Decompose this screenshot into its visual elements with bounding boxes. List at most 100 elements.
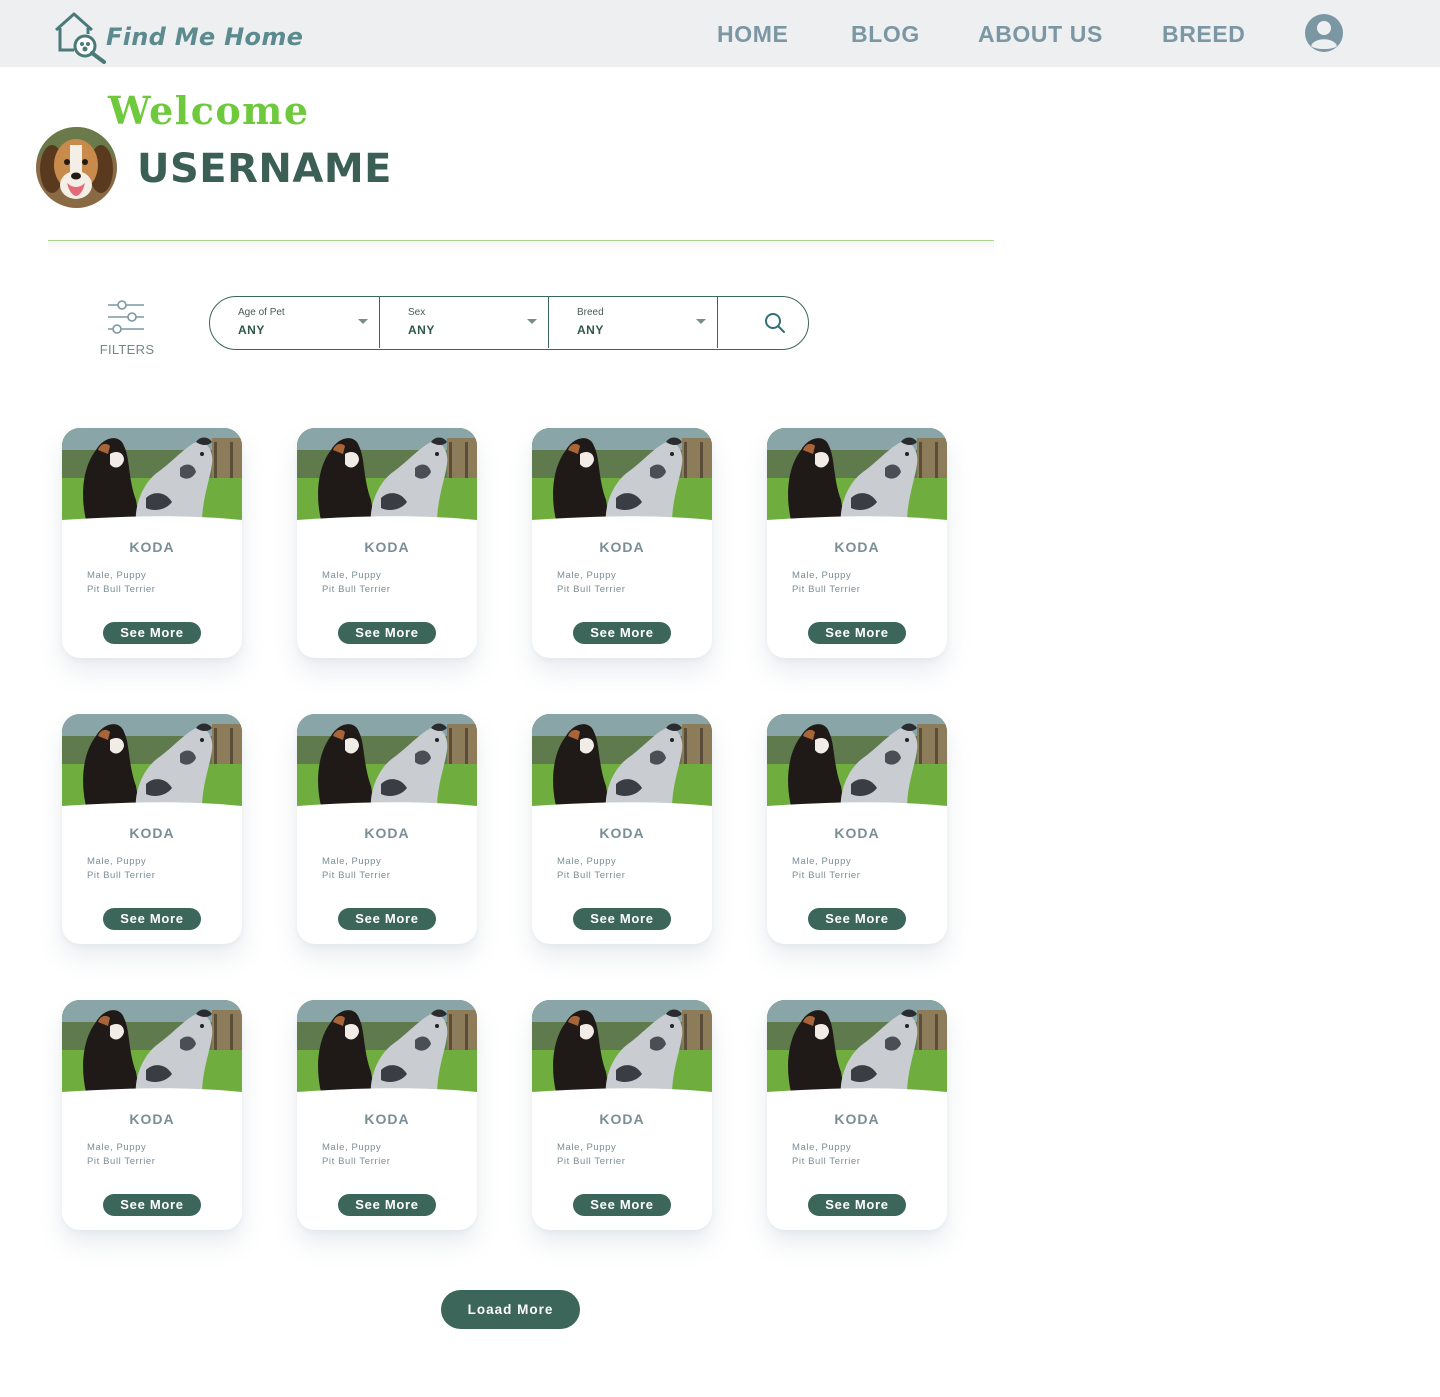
pet-card: KODA Male, Puppy Pit Bull Terrier See More (532, 428, 712, 658)
see-more-button[interactable]: See More (338, 908, 436, 930)
pet-breed: Pit Bull Terrier (557, 1156, 626, 1167)
breed-select[interactable]: Breed ANY (548, 297, 717, 348)
pet-photo (297, 1000, 477, 1096)
search-button[interactable] (717, 297, 809, 348)
pet-search-bar: Age of Pet ANY Sex ANY Breed ANY (209, 296, 809, 350)
pet-card: KODA Male, Puppy Pit Bull Terrier See More (767, 714, 947, 944)
pet-breed: Pit Bull Terrier (87, 1156, 156, 1167)
pet-sex-age: Male, Puppy (557, 570, 617, 581)
see-more-button[interactable]: See More (103, 908, 201, 930)
pet-breed: Pit Bull Terrier (792, 870, 861, 881)
pet-breed: Pit Bull Terrier (557, 870, 626, 881)
pet-name: KODA (834, 825, 880, 841)
pet-sex-age: Male, Puppy (557, 1142, 617, 1153)
caret-down-icon (358, 319, 368, 324)
pet-photo (532, 714, 712, 810)
pet-card: KODA Male, Puppy Pit Bull Terrier See More (532, 1000, 712, 1230)
nav-about-us-link[interactable]: ABOUT US (978, 21, 1103, 47)
pet-card: KODA Male, Puppy Pit Bull Terrier See More (62, 714, 242, 944)
pet-name: KODA (364, 1111, 410, 1127)
sex-value: ANY (408, 323, 435, 337)
pet-card: KODA Male, Puppy Pit Bull Terrier See More (767, 1000, 947, 1230)
see-more-button[interactable]: See More (338, 1194, 436, 1216)
pet-photo (62, 1000, 242, 1096)
pet-sex-age: Male, Puppy (792, 570, 852, 581)
pet-name: KODA (834, 539, 880, 555)
see-more-button[interactable]: See More (103, 1194, 201, 1216)
breed-caption: Breed (577, 307, 604, 318)
filters-button[interactable]: FILTERS (96, 299, 158, 359)
pet-breed: Pit Bull Terrier (557, 584, 626, 595)
pet-photo (297, 714, 477, 810)
pet-photo (767, 428, 947, 524)
sex-caption: Sex (408, 307, 426, 318)
top-navbar: Find Me Home HOME BLOG ABOUT US BREED (0, 0, 1440, 67)
pet-sex-age: Male, Puppy (322, 570, 382, 581)
pet-photo (532, 428, 712, 524)
pet-breed: Pit Bull Terrier (792, 1156, 861, 1167)
pet-sex-age: Male, Puppy (322, 1142, 382, 1153)
user-circle-icon[interactable] (1304, 13, 1344, 53)
pet-breed: Pit Bull Terrier (792, 584, 861, 595)
see-more-button[interactable]: See More (573, 622, 671, 644)
pet-breed: Pit Bull Terrier (322, 1156, 391, 1167)
pet-breed: Pit Bull Terrier (322, 870, 391, 881)
divider-shadow (48, 241, 994, 255)
sex-select[interactable]: Sex ANY (379, 297, 548, 348)
pet-name: KODA (834, 1111, 880, 1127)
pet-name: KODA (129, 539, 175, 555)
house-search-icon (55, 12, 106, 64)
search-icon (765, 313, 785, 333)
pet-sex-age: Male, Puppy (557, 856, 617, 867)
load-more-button[interactable]: Loaad More (441, 1290, 580, 1329)
pet-photo (297, 428, 477, 524)
nav-breed-link[interactable]: BREED (1162, 21, 1246, 47)
see-more-button[interactable]: See More (573, 908, 671, 930)
sliders-icon (108, 300, 144, 334)
breed-value: ANY (577, 323, 604, 337)
pet-card: KODA Male, Puppy Pit Bull Terrier See More (297, 1000, 477, 1230)
pet-sex-age: Male, Puppy (87, 856, 147, 867)
avatar (36, 127, 117, 208)
pet-card: KODA Male, Puppy Pit Bull Terrier See More (297, 714, 477, 944)
see-more-button[interactable]: See More (338, 622, 436, 644)
pet-breed: Pit Bull Terrier (87, 870, 156, 881)
nav-blog-link[interactable]: BLOG (851, 21, 920, 47)
pet-breed: Pit Bull Terrier (322, 584, 391, 595)
see-more-button[interactable]: See More (808, 622, 906, 644)
pet-sex-age: Male, Puppy (87, 1142, 147, 1153)
pet-photo (767, 714, 947, 810)
pet-photo (532, 1000, 712, 1096)
pet-card: KODA Male, Puppy Pit Bull Terrier See More (532, 714, 712, 944)
caret-down-icon (696, 319, 706, 324)
see-more-button[interactable]: See More (808, 1194, 906, 1216)
pet-sex-age: Male, Puppy (87, 570, 147, 581)
beagle-avatar-image (36, 127, 117, 208)
see-more-button[interactable]: See More (573, 1194, 671, 1216)
pet-sex-age: Male, Puppy (792, 1142, 852, 1153)
see-more-button[interactable]: See More (808, 908, 906, 930)
see-more-button[interactable]: See More (103, 622, 201, 644)
age-of-pet-select[interactable]: Age of Pet ANY (210, 297, 379, 348)
pet-name: KODA (129, 825, 175, 841)
pet-name: KODA (599, 825, 645, 841)
welcome-greeting: Welcome (108, 88, 310, 133)
pet-sex-age: Male, Puppy (792, 856, 852, 867)
filters-label: FILTERS (99, 342, 155, 357)
caret-down-icon (527, 319, 537, 324)
pet-photo (62, 428, 242, 524)
age-of-pet-caption: Age of Pet (238, 307, 285, 318)
pet-card: KODA Male, Puppy Pit Bull Terrier See More (297, 428, 477, 658)
brand-logo[interactable]: Find Me Home (52, 10, 303, 64)
pet-photo (62, 714, 242, 810)
pet-sex-age: Male, Puppy (322, 856, 382, 867)
age-of-pet-value: ANY (238, 323, 265, 337)
pet-card: KODA Male, Puppy Pit Bull Terrier See More (767, 428, 947, 658)
pet-card: KODA Male, Puppy Pit Bull Terrier See More (62, 1000, 242, 1230)
pet-name: KODA (364, 825, 410, 841)
username: USERNAME (137, 146, 392, 192)
nav-home-link[interactable]: HOME (717, 21, 788, 47)
pet-name: KODA (129, 1111, 175, 1127)
pet-name: KODA (364, 539, 410, 555)
pet-name: KODA (599, 539, 645, 555)
